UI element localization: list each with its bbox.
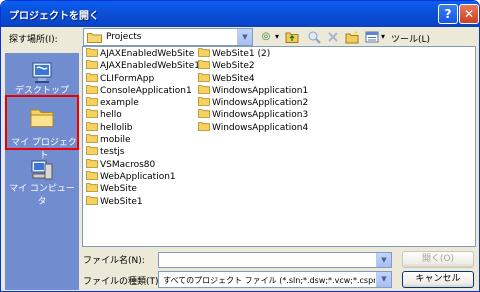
look-in-value: Projects xyxy=(106,32,142,42)
folder-item-label: AJAXEnabledWebSite xyxy=(100,49,195,59)
folder-icon xyxy=(86,121,98,131)
folder-item-label: testjs xyxy=(100,147,125,158)
folder-item[interactable]: example xyxy=(86,97,200,109)
look-in-label: 探す場所(I): xyxy=(9,35,58,45)
folder-icon xyxy=(86,97,98,107)
folder-icon xyxy=(86,60,98,70)
cancel-button[interactable]: キャンセル xyxy=(402,271,474,288)
folder-icon xyxy=(198,84,210,94)
new-folder-icon[interactable] xyxy=(345,29,360,45)
folder-item[interactable]: WindowsApplication3 xyxy=(198,109,308,121)
filename-dropdown-button[interactable]: ▼ xyxy=(376,253,391,267)
folder-item[interactable]: ConsoleApplication1 xyxy=(86,84,200,97)
folder-icon xyxy=(86,48,98,57)
folder-item[interactable]: CLIFormApp xyxy=(86,72,200,85)
folder-item[interactable]: WebSite1 xyxy=(86,195,200,208)
folder-item[interactable]: WebSite2 xyxy=(198,60,308,72)
folder-icon xyxy=(198,97,210,107)
folder-item-label: example xyxy=(100,98,139,109)
file-list-column-2: WebSite1 (2) WebSite2 WebSite4 WindowsAppli… xyxy=(198,48,308,134)
folder-icon xyxy=(86,195,98,205)
folder-item-label: WindowsApplication3 xyxy=(212,110,309,121)
filetype-label: ファイルの種類(T): xyxy=(83,277,162,287)
folder-item[interactable]: WebSite4 xyxy=(198,72,308,85)
folder-icon xyxy=(198,72,210,82)
search-web-icon[interactable] xyxy=(307,29,321,45)
folder-item-label: WebSite4 xyxy=(212,73,255,84)
folder-icon xyxy=(86,84,98,94)
folder-item-label: CLIFormApp xyxy=(100,73,155,84)
folder-item[interactable]: WebApplication1 xyxy=(86,171,200,183)
dialog-title: プロジェクトを開く xyxy=(9,11,99,22)
folder-item-label: WindowsApplication1 xyxy=(212,85,309,96)
folder-item[interactable]: WebSite xyxy=(86,183,200,195)
places-bar: デスクトップ マイ プロジェクト マイ コンピュータ xyxy=(5,53,79,290)
folder-item[interactable]: AJAXEnabledWebSite xyxy=(86,48,200,60)
place-my-computer[interactable]: マイ コンピュータ xyxy=(5,153,79,211)
views-dropdown-arrow[interactable]: ▾ xyxy=(379,29,387,45)
folder-icon xyxy=(86,134,98,143)
tools-menu[interactable]: ツール(L) xyxy=(391,32,430,45)
back-icon[interactable]: ◎ xyxy=(259,29,273,45)
filetype-value: すべてのプロジェクト ファイル (*.sln;*.dsw;*.vcw;*.csp… xyxy=(163,276,375,285)
folder-item-label: WebSite xyxy=(100,184,137,195)
open-button[interactable]: 開く(O) xyxy=(402,251,474,268)
folder-item-label: hello xyxy=(100,110,122,121)
folder-icon xyxy=(86,171,98,180)
folder-icon xyxy=(87,33,102,43)
back-dropdown-arrow[interactable]: ▾ xyxy=(273,29,281,45)
close-button[interactable]: ✕ xyxy=(459,4,479,24)
look-in-dropdown-button[interactable]: ▼ xyxy=(237,29,252,45)
folder-icon xyxy=(86,109,98,119)
folder-item-label: WebApplication1 xyxy=(100,171,176,182)
folder-icon xyxy=(86,72,98,82)
file-list[interactable]: AJAXEnabledWebSite AJAXEnabledWebSite1 CLI… xyxy=(82,46,476,247)
open-project-dialog: プロジェクトを開く ? ✕ 探す場所(I): Projects ▼ ◎ ▾ ▾ … xyxy=(0,0,480,292)
folder-icon xyxy=(86,183,98,193)
filename-label: ファイル名(N): xyxy=(83,256,145,266)
folder-item-label: WebSite1 xyxy=(100,196,143,207)
folder-item[interactable]: hellolib xyxy=(86,121,200,134)
folder-icon xyxy=(86,146,98,156)
folder-item[interactable]: WindowsApplication4 xyxy=(198,121,309,134)
folder-item-label: AJAXEnabledWebSite1 xyxy=(100,61,200,72)
computer-icon xyxy=(31,160,53,180)
folder-icon xyxy=(30,109,54,127)
folder-item[interactable]: VSMacros80 xyxy=(86,158,200,171)
folder-item-label: mobile xyxy=(100,135,131,146)
folder-icon xyxy=(198,109,210,119)
folder-item[interactable]: AJAXEnabledWebSite1 xyxy=(86,60,200,72)
folder-item[interactable]: WindowsApplication2 xyxy=(198,97,308,109)
desktop-icon xyxy=(32,62,52,83)
folder-item-label: WindowsApplication4 xyxy=(212,122,309,133)
folder-item[interactable]: WebSite1 (2) xyxy=(198,48,308,60)
delete-icon[interactable] xyxy=(327,29,339,45)
folder-item[interactable]: testjs xyxy=(86,146,200,158)
folder-item-label: WindowsApplication2 xyxy=(212,98,309,109)
folder-icon xyxy=(198,60,210,70)
folder-item-label: ConsoleApplication1 xyxy=(100,85,192,96)
place-my-computer-label: マイ コンピュータ xyxy=(9,184,75,207)
filetype-dropdown-button[interactable]: ▼ xyxy=(376,272,391,287)
look-in-combo[interactable]: Projects ▼ xyxy=(83,28,253,46)
place-my-projects[interactable]: マイ プロジェクト xyxy=(5,95,79,161)
folder-item-label: WebSite1 (2) xyxy=(212,49,271,59)
folder-item-label: hellolib xyxy=(100,122,133,133)
folder-item-label: VSMacros80 xyxy=(100,159,156,170)
folder-icon xyxy=(86,158,98,168)
help-button[interactable]: ? xyxy=(438,4,458,24)
folder-icon xyxy=(198,48,210,57)
folder-item[interactable]: mobile xyxy=(86,134,200,146)
file-list-column-1: AJAXEnabledWebSite AJAXEnabledWebSite1 CLI… xyxy=(86,48,200,208)
views-icon[interactable] xyxy=(365,29,379,45)
folder-item[interactable]: hello xyxy=(86,109,200,121)
title-bar: プロジェクトを開く ? ✕ xyxy=(1,1,479,27)
filetype-select[interactable]: すべてのプロジェクト ファイル (*.sln;*.dsw;*.vcw;*.csp… xyxy=(158,271,392,288)
filename-input[interactable]: ▼ xyxy=(158,252,392,268)
folder-icon xyxy=(198,121,210,131)
folder-item[interactable]: WindowsApplication1 xyxy=(198,84,309,97)
up-folder-icon[interactable] xyxy=(285,29,299,45)
folder-item-label: WebSite2 xyxy=(212,61,255,72)
